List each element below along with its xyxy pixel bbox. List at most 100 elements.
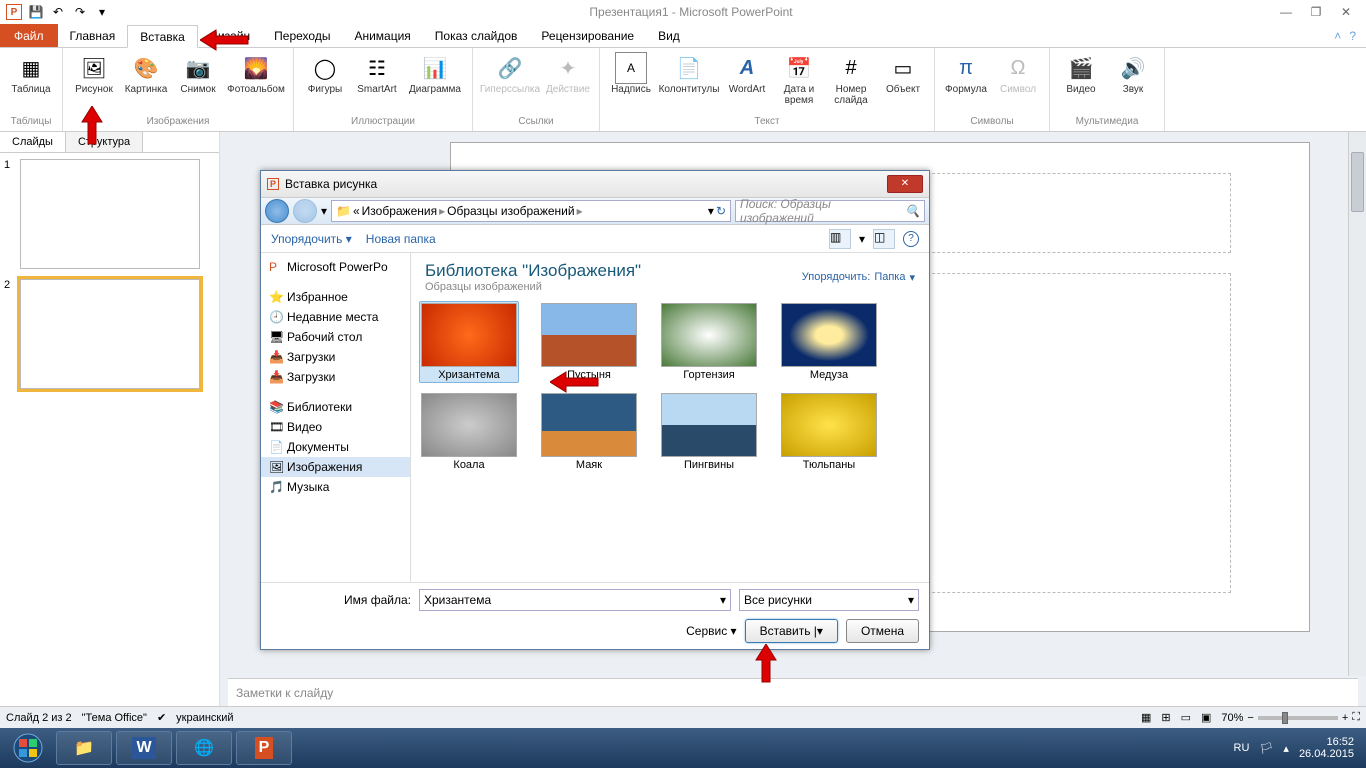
tab-slides[interactable]: Слайды — [0, 132, 66, 152]
taskbar-word[interactable]: W — [116, 731, 172, 765]
tab-transitions[interactable]: Переходы — [262, 24, 342, 47]
zoom-in-icon[interactable]: + — [1342, 712, 1348, 724]
preview-pane-button[interactable]: ◫ — [873, 229, 895, 249]
tree-recent[interactable]: 🕘Недавние места — [261, 307, 410, 327]
view-sorter-icon[interactable]: ⊞ — [1161, 711, 1170, 724]
tree-music[interactable]: 🎵Музыка — [261, 477, 410, 497]
tab-home[interactable]: Главная — [58, 24, 128, 47]
view-slideshow-icon[interactable]: ▣ — [1201, 711, 1211, 724]
symbol-button[interactable]: ΩСимвол — [993, 50, 1043, 115]
clipart-button[interactable]: 🎨Картинка — [121, 50, 171, 115]
tree-app[interactable]: PMicrosoft PowerPo — [261, 257, 410, 277]
tree-pictures[interactable]: 🖼Изображения — [261, 457, 410, 477]
tree-favorites[interactable]: ⭐Избранное — [261, 287, 410, 307]
tab-view[interactable]: Вид — [646, 24, 692, 47]
breadcrumb[interactable]: 📁 « Изображения ▸ Образцы изображений ▸ … — [331, 200, 731, 222]
help-icon[interactable]: ? — [903, 231, 919, 247]
taskbar-powerpoint[interactable]: P — [236, 731, 292, 765]
object-button[interactable]: ▭Объект — [878, 50, 928, 115]
spellcheck-icon[interactable]: ✔ — [157, 711, 166, 724]
refresh-icon[interactable]: ↻ — [716, 204, 726, 218]
breadcrumb-dropdown-icon[interactable]: ▾ — [708, 204, 714, 218]
breadcrumb-item[interactable]: Изображения — [362, 204, 437, 218]
tab-outline[interactable]: Структура — [66, 132, 143, 152]
file-item[interactable]: Гортензия — [659, 301, 759, 383]
smartart-button[interactable]: ☷SmartArt — [352, 50, 402, 115]
hyperlink-button[interactable]: 🔗Гиперссылка — [479, 50, 541, 115]
filename-input[interactable]: Хризантема▾ — [419, 589, 731, 611]
action-button[interactable]: ✦Действие — [543, 50, 593, 115]
tray-clock[interactable]: 16:52 26.04.2015 — [1299, 736, 1354, 760]
nav-forward-button[interactable] — [293, 199, 317, 223]
organize-menu[interactable]: Упорядочить ▾ — [271, 232, 352, 246]
file-item[interactable]: Пингвины — [659, 391, 759, 473]
undo-icon[interactable]: ↶ — [50, 4, 66, 20]
thumb-2[interactable]: 2 — [4, 279, 215, 389]
zoom-control[interactable]: 70% − + ⛶ — [1221, 711, 1360, 724]
wordart-button[interactable]: AWordArt — [722, 50, 772, 115]
tab-insert[interactable]: Вставка — [127, 25, 198, 48]
tools-menu[interactable]: Сервис ▾ — [686, 624, 736, 638]
search-input[interactable]: Поиск: Образцы изображений 🔍 — [735, 200, 925, 222]
nav-back-button[interactable] — [265, 199, 289, 223]
qat-dropdown-icon[interactable]: ▾ — [94, 4, 110, 20]
maximize-button[interactable]: ❐ — [1306, 5, 1326, 19]
minimize-button[interactable]: — — [1276, 5, 1296, 19]
headerfooter-button[interactable]: 📄Колонтитулы — [658, 50, 720, 115]
help-icon[interactable]: ? — [1349, 29, 1356, 43]
chart-button[interactable]: 📊Диаграмма — [404, 50, 466, 115]
file-item[interactable]: Хризантема — [419, 301, 519, 383]
tab-animation[interactable]: Анимация — [342, 24, 422, 47]
view-mode-button[interactable]: ▥ — [829, 229, 851, 249]
datetime-button[interactable]: 📅Дата и время — [774, 50, 824, 115]
file-item[interactable]: Пустыня — [539, 301, 639, 383]
zoom-out-icon[interactable]: − — [1247, 712, 1253, 724]
library-sort[interactable]: Упорядочить: Папка ▾ — [802, 261, 915, 293]
file-item[interactable]: Коала — [419, 391, 519, 473]
screenshot-button[interactable]: 📷Снимок — [173, 50, 223, 115]
save-icon[interactable]: 💾 — [28, 4, 44, 20]
view-dropdown-icon[interactable]: ▾ — [859, 232, 865, 246]
tree-downloads-2[interactable]: 📥Загрузки — [261, 367, 410, 387]
photoalbum-button[interactable]: 🌄Фотоальбом — [225, 50, 287, 115]
breadcrumb-item[interactable]: Образцы изображений — [447, 204, 574, 218]
redo-icon[interactable]: ↷ — [72, 4, 88, 20]
notes-pane[interactable]: Заметки к слайду — [228, 678, 1358, 706]
file-item[interactable]: Маяк — [539, 391, 639, 473]
fit-icon[interactable]: ⛶ — [1352, 711, 1360, 724]
taskbar-chrome[interactable]: 🌐 — [176, 731, 232, 765]
tree-documents[interactable]: 📄Документы — [261, 437, 410, 457]
view-reading-icon[interactable]: ▭ — [1181, 711, 1191, 724]
equation-button[interactable]: πФормула — [941, 50, 991, 115]
new-folder-button[interactable]: Новая папка — [366, 232, 436, 246]
picture-button[interactable]: 🖼Рисунок — [69, 50, 119, 115]
file-item[interactable]: Тюльпаны — [779, 391, 879, 473]
slidenumber-button[interactable]: #Номер слайда — [826, 50, 876, 115]
tab-review[interactable]: Рецензирование — [529, 24, 646, 47]
start-button[interactable] — [4, 731, 52, 765]
tree-downloads[interactable]: 📥Загрузки — [261, 347, 410, 367]
scroll-thumb[interactable] — [1351, 152, 1364, 212]
minimize-ribbon-icon[interactable]: ˄ — [1334, 29, 1341, 43]
tree-videos[interactable]: 🎞Видео — [261, 417, 410, 437]
tray-arrow-icon[interactable]: ▴ — [1283, 742, 1289, 755]
tray-flag-icon[interactable]: 🏳 — [1259, 742, 1273, 755]
file-item[interactable]: Медуза — [779, 301, 879, 383]
table-button[interactable]: ▦Таблица — [6, 50, 56, 115]
insert-button[interactable]: Вставить |▾ — [745, 619, 838, 643]
tab-slideshow[interactable]: Показ слайдов — [423, 24, 530, 47]
tree-libraries[interactable]: 📚Библиотеки — [261, 397, 410, 417]
shapes-button[interactable]: ◯Фигуры — [300, 50, 350, 115]
textbox-button[interactable]: AНадпись — [606, 50, 656, 115]
tab-design[interactable]: Дизайн — [198, 24, 262, 47]
tray-lang[interactable]: RU — [1234, 742, 1250, 754]
filetype-filter[interactable]: Все рисунки▾ — [739, 589, 919, 611]
cancel-button[interactable]: Отмена — [846, 619, 919, 643]
thumb-1[interactable]: 1 — [4, 159, 215, 269]
file-tab[interactable]: Файл — [0, 24, 58, 47]
dialog-close-button[interactable]: ✕ — [887, 175, 923, 193]
audio-button[interactable]: 🔊Звук — [1108, 50, 1158, 115]
video-button[interactable]: 🎬Видео — [1056, 50, 1106, 115]
close-button[interactable]: ✕ — [1336, 5, 1356, 19]
nav-up-icon[interactable]: ▾ — [321, 204, 327, 218]
